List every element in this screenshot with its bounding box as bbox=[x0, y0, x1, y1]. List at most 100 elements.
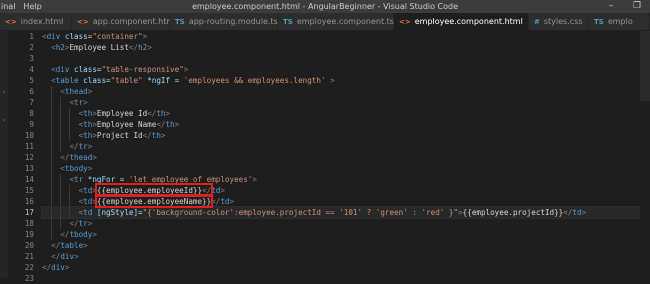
code-token: Project Id bbox=[96, 131, 143, 140]
scrollbar-thumb[interactable] bbox=[640, 31, 650, 101]
indent-guide bbox=[69, 185, 71, 196]
minimize-button[interactable]: – bbox=[598, 0, 624, 13]
code-token: tbody bbox=[64, 164, 88, 173]
code-token: td bbox=[220, 197, 230, 206]
indent-guide bbox=[69, 207, 71, 218]
code-token: > bbox=[220, 186, 225, 195]
code-token: > bbox=[147, 43, 152, 52]
code-line[interactable]: <th>Employee Name</th> bbox=[42, 119, 650, 130]
code-line[interactable]: <th>Project Id</th> bbox=[42, 130, 650, 141]
code-token: th bbox=[151, 131, 161, 140]
code-line[interactable]: <h2>Employee List</h2> bbox=[42, 42, 650, 53]
code-token: > bbox=[92, 230, 97, 239]
code-line[interactable]: <td [ngStyle]="{'background-color':emplo… bbox=[41, 206, 650, 219]
html-file-icon: <> bbox=[77, 17, 89, 26]
code-token: > bbox=[330, 76, 335, 85]
menu-item[interactable]: inal bbox=[0, 2, 23, 11]
code-token: td bbox=[83, 186, 93, 195]
code-token: > bbox=[64, 263, 70, 272]
code-token: th bbox=[165, 120, 175, 129]
code-token: th bbox=[156, 109, 166, 118]
code-editor[interactable]: 1 2 3 4 5 6 7 8 9 10 11 12 13 14 15 16 17 18 19 20 21 22 23 <d… bbox=[8, 31, 650, 283]
code-line[interactable]: <th>Employee Id</th> bbox=[42, 108, 650, 119]
code-token: tr bbox=[78, 219, 88, 228]
indent-guide bbox=[51, 207, 53, 218]
editor-scrollbar[interactable] bbox=[640, 31, 650, 278]
code-line[interactable]: <tr> bbox=[42, 97, 650, 108]
indent-guide bbox=[51, 108, 53, 119]
tab-app-routing-module-ts[interactable]: TS app-routing.module.ts bbox=[170, 13, 278, 30]
tab-label: employee.component.ts bbox=[296, 17, 394, 26]
code-token: </ bbox=[42, 263, 52, 272]
code-token: </ bbox=[51, 252, 61, 261]
ts-file-icon: TS bbox=[283, 17, 293, 26]
code-line[interactable]: <div class="table-responsive"> bbox=[42, 64, 650, 75]
indent-guide bbox=[69, 108, 71, 119]
code-line[interactable]: </div> bbox=[42, 251, 650, 262]
code-token: > bbox=[87, 219, 93, 228]
indent-guide bbox=[51, 229, 53, 240]
html-file-icon: <> bbox=[5, 17, 17, 26]
code-token: 'employees && employees.length' bbox=[183, 76, 326, 85]
tab-employee-component-html[interactable]: <>employee.component.html× bbox=[394, 13, 537, 30]
code-token: class bbox=[64, 32, 88, 41]
line-number: 17 bbox=[24, 208, 34, 217]
sidebar-fold-icon[interactable]: › bbox=[0, 117, 8, 125]
code-line[interactable]: </tr> bbox=[42, 141, 650, 152]
indent-guide bbox=[60, 207, 62, 218]
tab-label: employee.component.html bbox=[414, 17, 523, 26]
activity-bar-edge: › › bbox=[0, 31, 8, 278]
code-line[interactable] bbox=[42, 53, 650, 64]
code-line[interactable]: </thead> bbox=[42, 152, 650, 163]
tab-app-component-html[interactable]: <> app.component.html bbox=[72, 13, 176, 30]
line-number: 21 bbox=[24, 252, 34, 261]
line-number: 8 bbox=[29, 109, 34, 118]
code-token: "table" bbox=[110, 76, 143, 85]
code-token: > bbox=[92, 153, 97, 162]
indent-guide bbox=[51, 97, 53, 108]
menu-item[interactable]: Help bbox=[23, 2, 49, 11]
code-token: = bbox=[170, 76, 184, 85]
code-token: </ bbox=[69, 142, 79, 151]
code-token: table bbox=[60, 241, 84, 250]
indent-guide bbox=[60, 196, 62, 207]
code-line[interactable] bbox=[42, 273, 650, 284]
indent-guide bbox=[51, 141, 53, 152]
code-token: h2 bbox=[138, 43, 148, 52]
code-token: tbody bbox=[69, 230, 93, 239]
window-controls: – ❐ bbox=[598, 0, 650, 13]
code-token: div bbox=[55, 65, 70, 74]
tab-emplo[interactable]: TS emplo bbox=[589, 13, 650, 30]
code-line[interactable]: <div class="container"> bbox=[42, 31, 650, 42]
restore-button[interactable]: ❐ bbox=[624, 0, 650, 13]
tab-index-html[interactable]: <> index.html bbox=[0, 13, 72, 30]
indent-guide bbox=[60, 119, 62, 130]
code-token: table bbox=[55, 76, 79, 85]
code-line[interactable]: </table> bbox=[42, 240, 650, 251]
code-line[interactable]: <thead> bbox=[42, 86, 650, 97]
code-token: </ bbox=[69, 219, 79, 228]
indent-guide bbox=[51, 196, 53, 207]
code-token: Employee List bbox=[69, 43, 129, 52]
code-area[interactable]: <div class="container"> <h2>Employee Lis… bbox=[41, 31, 650, 284]
code-line[interactable]: </tr> bbox=[42, 218, 650, 229]
indent-guide bbox=[51, 119, 53, 130]
code-line[interactable]: <table class="table" *ngIf = 'employees … bbox=[42, 75, 650, 86]
code-line[interactable]: </tbody> bbox=[42, 229, 650, 240]
sidebar-fold-icon[interactable]: › bbox=[0, 89, 8, 97]
tab-label: app-routing.module.ts bbox=[188, 17, 278, 26]
code-token: > bbox=[183, 65, 189, 74]
tab-employee-component-ts[interactable]: TS employee.component.ts bbox=[278, 13, 394, 30]
tab-styles-css[interactable]: # styles.css bbox=[529, 13, 589, 30]
code-line[interactable]: </div> bbox=[42, 262, 650, 273]
code-token: > bbox=[142, 32, 148, 41]
code-token: > bbox=[83, 98, 88, 107]
indent-guide bbox=[69, 130, 71, 141]
line-number: 12 bbox=[24, 153, 34, 162]
code-line[interactable]: <tbody> bbox=[42, 163, 650, 174]
line-number: 22 bbox=[24, 263, 34, 272]
